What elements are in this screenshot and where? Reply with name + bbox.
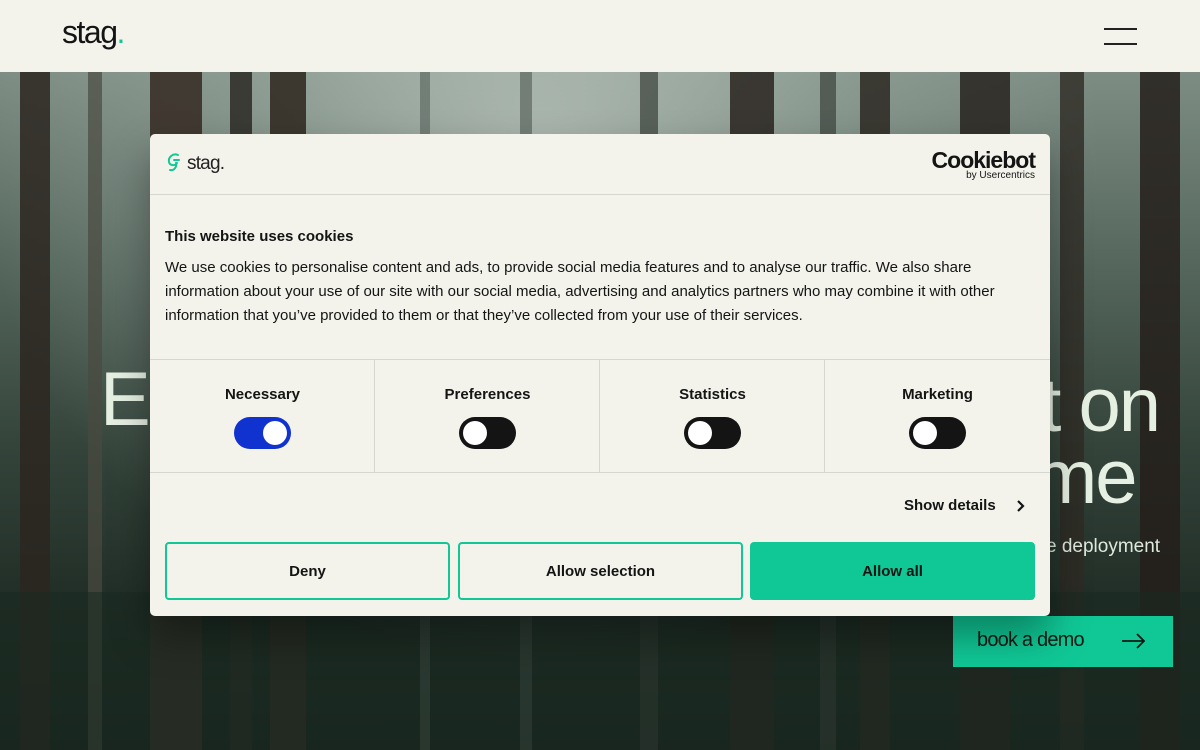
dialog-header: stag. Cookiebot by Usercentrics bbox=[150, 134, 1050, 195]
chevron-right-icon bbox=[1017, 500, 1025, 512]
site-logo[interactable]: stag. bbox=[62, 14, 125, 51]
statistics-toggle-switch[interactable] bbox=[684, 417, 741, 449]
toggle-knob bbox=[688, 421, 712, 445]
cookie-consent-dialog: stag. Cookiebot by Usercentrics This web… bbox=[150, 134, 1050, 616]
deny-button[interactable]: Deny bbox=[165, 542, 450, 600]
menu-line-top bbox=[1104, 28, 1137, 30]
book-demo-label: book a demo bbox=[977, 629, 1085, 651]
toggle-knob bbox=[263, 421, 287, 445]
necessary-toggle-switch[interactable] bbox=[234, 417, 291, 449]
toggle-label-marketing: Marketing bbox=[902, 386, 973, 403]
toggle-label-necessary: Necessary bbox=[224, 386, 301, 403]
show-details-link[interactable]: Show details bbox=[904, 497, 1025, 514]
toggle-label-preferences: Preferences bbox=[444, 386, 531, 403]
allow-all-button[interactable]: Allow all bbox=[750, 542, 1035, 600]
cookiebot-logo[interactable]: Cookiebot by Usercentrics bbox=[931, 147, 1036, 181]
consent-toggle-row: Necessary Preferences Statistics Marketi… bbox=[150, 359, 1050, 473]
stag-logo-icon bbox=[167, 153, 180, 172]
preferences-toggle-switch[interactable] bbox=[459, 417, 516, 449]
toggle-knob bbox=[913, 421, 937, 445]
toggle-cell-preferences: Preferences bbox=[375, 360, 600, 472]
dialog-description: We use cookies to personalise content an… bbox=[165, 259, 995, 324]
dialog-brand-text: stag. bbox=[187, 153, 225, 174]
toggle-knob bbox=[463, 421, 487, 445]
marketing-toggle-switch[interactable] bbox=[909, 417, 966, 449]
hero-heading-fragment-left: E bbox=[100, 357, 151, 442]
dialog-title: This website uses cookies bbox=[165, 228, 354, 245]
menu-line-bottom bbox=[1104, 43, 1137, 45]
top-navigation-bar: stag. bbox=[0, 0, 1200, 72]
toggle-label-statistics: Statistics bbox=[679, 386, 746, 403]
hero-subheading-fragment: e deployment bbox=[1046, 536, 1161, 557]
toggle-cell-necessary: Necessary bbox=[150, 360, 375, 472]
hamburger-menu-icon[interactable] bbox=[1104, 28, 1138, 45]
toggle-cell-marketing: Marketing bbox=[825, 360, 1050, 472]
allow-selection-button[interactable]: Allow selection bbox=[458, 542, 743, 600]
toggle-cell-statistics: Statistics bbox=[600, 360, 825, 472]
show-details-label: Show details bbox=[904, 497, 996, 514]
cookiebot-wordmark: Cookiebot bbox=[931, 147, 1036, 173]
logo-text: stag bbox=[62, 14, 118, 50]
book-demo-button[interactable]: book a demo bbox=[953, 616, 1173, 667]
logo-dot: . bbox=[116, 14, 125, 50]
arrow-right-icon bbox=[1122, 633, 1146, 649]
